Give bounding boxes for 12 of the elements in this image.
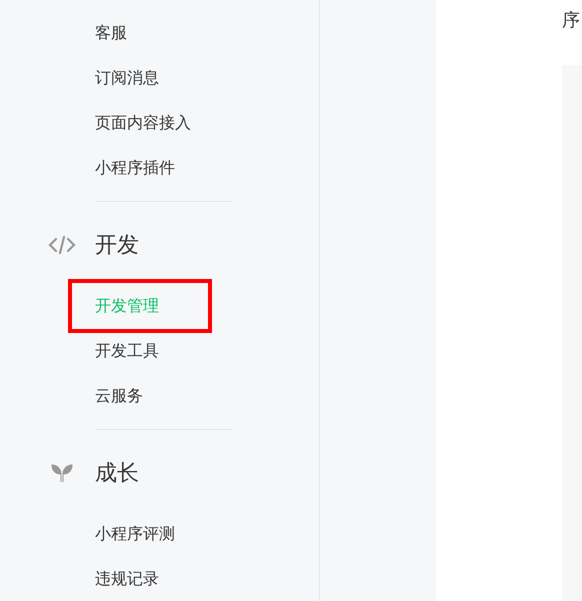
nav-item[interactable]: 小程序插件 xyxy=(95,158,175,179)
nav-item[interactable]: 客服 xyxy=(95,23,127,44)
nav-item[interactable]: 开发工具 xyxy=(95,341,159,362)
nav-item[interactable]: 页面内容接入 xyxy=(95,113,191,134)
page-title: 序 xyxy=(562,9,581,32)
code-icon xyxy=(48,235,76,255)
nav-item[interactable]: 订阅消息 xyxy=(95,68,159,89)
nav-item[interactable]: 违规记录 xyxy=(95,569,159,590)
nav-item[interactable]: 云服务 xyxy=(95,386,143,407)
section-heading: 成长 xyxy=(95,460,139,488)
section-heading: 开发 xyxy=(95,232,139,260)
nav-item[interactable]: 小程序评测 xyxy=(95,524,175,545)
